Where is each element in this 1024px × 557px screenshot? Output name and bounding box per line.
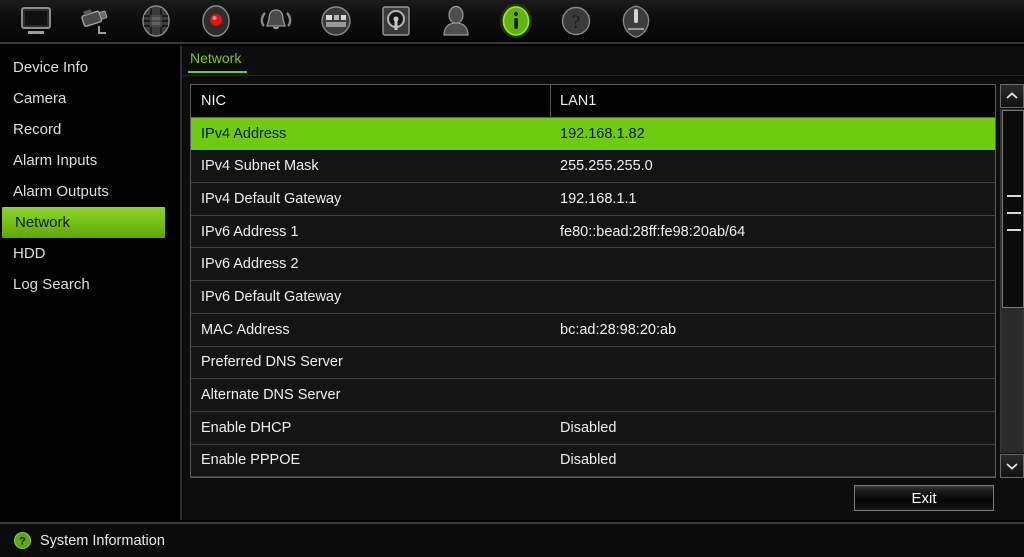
row-key: IPv4 Subnet Mask [201,158,319,175]
scrollbar-grip-line [1007,212,1021,214]
scroll-down-button[interactable] [1000,454,1024,478]
table-row[interactable]: Alternate DNS Server [191,379,995,412]
row-value: 255.255.255.0 [560,158,653,175]
table-row[interactable]: IPv4 Default Gateway 192.168.1.1 [191,183,995,216]
question-circle-icon: ? [14,532,31,549]
table-row[interactable]: Preferred DNS Server [191,346,995,380]
toolbar-button-record[interactable] [186,0,246,42]
table-row[interactable]: IPv6 Default Gateway [191,281,995,314]
hdd-icon [376,2,416,40]
row-key: IPv6 Default Gateway [201,288,342,305]
scrollbar-track[interactable] [1000,109,1024,453]
sidebar: Device Info Camera Record Alarm Inputs A… [0,46,181,520]
sidebar-item-alarm-inputs[interactable]: Alarm Inputs [0,145,180,176]
row-value: bc:ad:28:98:20:ab [560,321,677,338]
table-row[interactable]: MAC Address bc:ad:28:98:20:ab [191,313,995,347]
sidebar-item-label: HDD [13,245,46,262]
scroll-up-button[interactable] [1000,84,1024,108]
tab-bar: Network [182,46,1024,76]
scrollbar-grip-line [1007,229,1021,231]
tab-network[interactable]: Network [188,46,248,73]
table-header-key: NIC [191,85,551,118]
table-row[interactable]: IPv6 Address 1 fe80::bead:28ff:fe98:20ab… [191,215,995,249]
row-value: fe80::bead:28ff:fe98:20ab/64 [560,223,746,240]
row-key: Enable PPPOE [201,452,301,469]
chevron-down-icon [1006,463,1018,470]
exit-button-label: Exit [911,489,937,507]
toolbar-button-hdd[interactable] [366,0,426,42]
status-bar-text: System Information [40,532,165,549]
network-info-table: NIC LAN1 IPv4 Address 192.168.1.82 IPv4 … [190,84,996,478]
row-key: IPv6 Address 1 [201,223,299,240]
table-row[interactable]: IPv4 Subnet Mask 255.255.255.0 [191,150,995,184]
sidebar-item-device-info[interactable]: Device Info [0,52,180,83]
chevron-up-icon [1006,92,1018,99]
row-key: Preferred DNS Server [201,354,343,371]
info-icon [496,2,536,40]
sidebar-item-label: Record [13,121,62,138]
toolbar-button-playback[interactable] [126,0,186,42]
toolbar-button-network[interactable] [306,0,366,42]
sidebar-item-label: Network [15,214,71,231]
network-icon [316,2,356,40]
scrollbar-grip-line [1007,195,1021,197]
sidebar-item-label: Alarm Inputs [13,152,98,169]
exit-button[interactable]: Exit [854,485,994,511]
table-row[interactable]: Enable DHCP Disabled [191,411,995,445]
monitor-icon [16,2,56,40]
user-icon [436,2,476,40]
playback-icon [136,2,176,40]
row-key: Alternate DNS Server [201,387,341,404]
svg-text:?: ? [19,536,26,548]
table-row[interactable]: IPv4 Address 192.168.1.82 [191,117,995,151]
table-filler-row [191,477,995,478]
row-value: Disabled [560,452,617,469]
table-header-row: NIC LAN1 [191,85,995,118]
toolbar-button-camera[interactable] [66,0,126,42]
help-icon: ? [556,2,596,40]
sidebar-item-alarm-outputs[interactable]: Alarm Outputs [0,176,180,207]
toolbar-button-live-view[interactable] [6,0,66,42]
svg-text:?: ? [572,12,580,33]
tab-bar-divider [182,75,1024,76]
top-toolbar: ? [0,0,1024,44]
sidebar-item-network[interactable]: Network [2,207,165,238]
toolbar-button-user[interactable] [426,0,486,42]
table-header-value: LAN1 [560,92,597,109]
record-icon [196,2,236,40]
table-row[interactable]: Enable PPPOE Disabled [191,444,995,477]
power-icon [616,2,656,40]
sidebar-item-camera[interactable]: Camera [0,83,180,114]
sidebar-item-record[interactable]: Record [0,114,180,145]
sidebar-item-hdd[interactable]: HDD [0,238,180,269]
row-value: 192.168.1.1 [560,190,637,207]
row-value: Disabled [560,419,617,436]
sidebar-item-label: Alarm Outputs [13,183,109,200]
toolbar-button-shutdown[interactable] [606,0,666,42]
row-key: IPv6 Address 2 [201,256,299,273]
vertical-scrollbar[interactable] [1000,84,1024,478]
alarm-icon [256,2,296,40]
row-key: IPv4 Address [201,125,287,142]
table-row[interactable]: IPv6 Address 2 [191,248,995,282]
main-panel: Network NIC LAN1 IPv4 Address 192.168.1.… [182,46,1024,520]
camera-icon [76,2,116,40]
sidebar-item-label: Device Info [13,59,89,76]
toolbar-button-system-information[interactable] [486,0,546,42]
scrollbar-thumb[interactable] [1002,110,1024,308]
row-key: MAC Address [201,321,290,338]
toolbar-button-alarm[interactable] [246,0,306,42]
sidebar-item-label: Camera [13,90,67,107]
row-key: IPv4 Default Gateway [201,190,342,207]
toolbar-button-help[interactable]: ? [546,0,606,42]
sidebar-item-label: Log Search [13,276,90,293]
row-value: 192.168.1.82 [560,125,645,142]
sidebar-item-log-search[interactable]: Log Search [0,269,180,300]
row-key: Enable DHCP [201,419,292,436]
status-bar: ? System Information [0,522,1024,557]
